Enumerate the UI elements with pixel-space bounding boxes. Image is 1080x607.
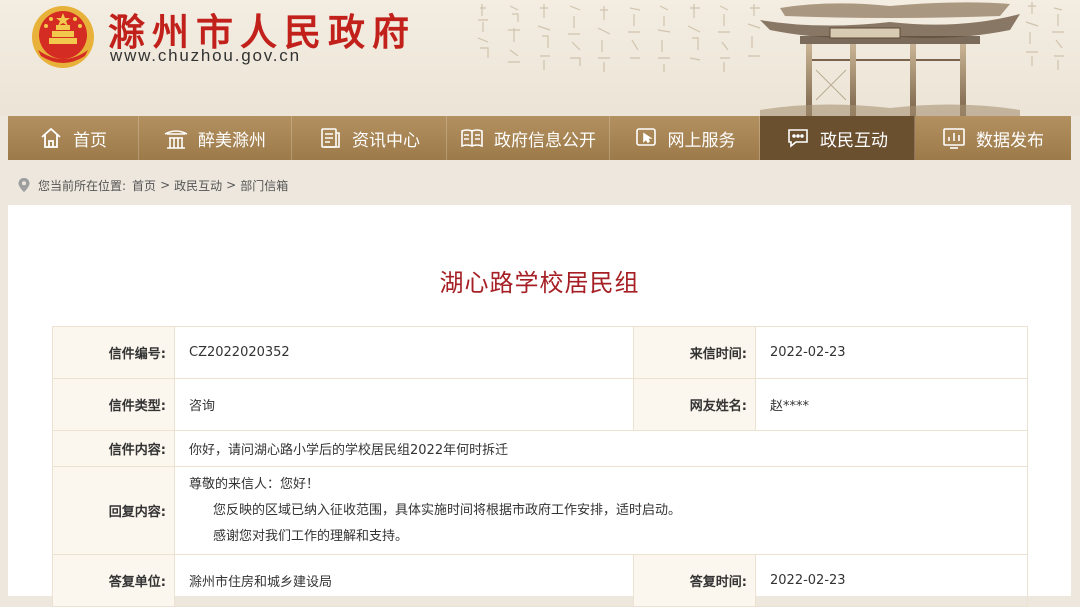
reply-time-label: 答复时间: — [633, 554, 756, 607]
received-time-label: 来信时间: — [633, 326, 756, 379]
breadcrumb-prefix: 您当前所在位置: — [38, 178, 127, 193]
pavilion-illustration — [760, 2, 1020, 116]
main-nav: 首页 醉美滁州 资讯中心 政府信息公开 网上服务 政民互动 数据发布 — [8, 116, 1071, 160]
nav-item-scenic[interactable]: 醉美滁州 — [139, 116, 292, 160]
table-row: 信件编号: CZ2022020352 来信时间: 2022-02-23 — [52, 326, 1028, 379]
pavilion-icon — [164, 126, 188, 150]
breadcrumb-interaction[interactable]: 政民互动 — [174, 177, 222, 194]
location-pin-icon — [18, 178, 30, 192]
nav-label: 政民互动 — [820, 130, 888, 151]
breadcrumb: 您当前所在位置: 首页 > 政民互动 > 部门信箱 — [18, 176, 288, 194]
nav-item-gov-info[interactable]: 政府信息公开 — [447, 116, 610, 160]
table-row: 答复单位: 滁州市住房和城乡建设局 答复时间: 2022-02-23 — [52, 554, 1028, 607]
nav-label: 政府信息公开 — [494, 130, 596, 151]
reply-content-label: 回复内容: — [52, 466, 175, 555]
site-url: www.chuzhou.gov.cn — [110, 46, 301, 65]
bar-chart-icon — [942, 126, 966, 150]
nav-item-online-service[interactable]: 网上服务 — [610, 116, 760, 160]
nav-label: 醉美滁州 — [198, 130, 266, 151]
nav-label: 资讯中心 — [352, 130, 420, 151]
calligraphy-right — [1025, 2, 1064, 70]
reply-body: 您反映的区域已纳入征收范围，具体实施时间将根据市政府工作安排，适时启动。 — [213, 502, 682, 518]
nav-label: 网上服务 — [667, 130, 736, 151]
letter-type-label: 信件类型: — [52, 378, 175, 431]
nav-item-data-release[interactable]: 数据发布 — [915, 116, 1071, 160]
table-row: 回复内容: 尊敬的来信人：您好！ 您反映的区域已纳入征收范围，具体实施时间将根据… — [52, 466, 1028, 555]
letter-panel: 湖心路学校居民组 信件编号: CZ2022020352 来信时间: 2022-0… — [8, 205, 1071, 607]
breadcrumb-home[interactable]: 首页 — [132, 177, 156, 194]
chat-icon — [786, 126, 810, 150]
book-icon — [460, 126, 484, 150]
breadcrumb-separator: > — [226, 178, 237, 192]
page-title: 湖心路学校居民组 — [439, 269, 640, 297]
cursor-icon — [634, 126, 658, 150]
news-icon — [318, 126, 342, 150]
table-row: 信件内容: 你好，请问湖心路小学后的学校居民组2022年何时拆迁 — [52, 430, 1028, 467]
nav-item-news[interactable]: 资讯中心 — [292, 116, 447, 160]
sender-name-value: 赵**** — [755, 378, 1028, 431]
national-emblem-icon — [32, 6, 94, 68]
reply-greeting: 尊敬的来信人：您好！ — [189, 476, 320, 492]
reply-closing: 感谢您对我们工作的理解和支持。 — [213, 528, 409, 544]
letter-content-value: 你好，请问湖心路小学后的学校居民组2022年何时拆迁 — [174, 430, 1028, 467]
reply-unit-value: 滁州市住房和城乡建设局 — [174, 554, 634, 607]
reply-content-value: 尊敬的来信人：您好！ 您反映的区域已纳入征收范围，具体实施时间将根据市政府工作安… — [174, 466, 1028, 555]
nav-item-interaction[interactable]: 政民互动 — [760, 116, 915, 160]
sender-name-label: 网友姓名: — [633, 378, 756, 431]
reply-time-value: 2022-02-23 — [755, 554, 1028, 607]
home-icon — [39, 126, 63, 150]
letter-number-value: CZ2022020352 — [174, 326, 634, 379]
nav-label: 数据发布 — [976, 130, 1044, 151]
reply-unit-label: 答复单位: — [52, 554, 175, 607]
breadcrumb-dept-mailbox[interactable]: 部门信箱 — [240, 177, 288, 194]
table-row: 信件类型: 咨询 网友姓名: 赵**** — [52, 378, 1028, 431]
site-header: 滁州市人民政府 www.chuzhou.gov.cn — [0, 0, 1080, 116]
letter-type-value: 咨询 — [174, 378, 634, 431]
received-time-value: 2022-02-23 — [755, 326, 1028, 379]
letter-table: 信件编号: CZ2022020352 来信时间: 2022-02-23 信件类型… — [52, 326, 1028, 607]
letter-number-label: 信件编号: — [52, 326, 175, 379]
nav-item-home[interactable]: 首页 — [8, 116, 139, 160]
breadcrumb-separator: > — [160, 178, 171, 192]
calligraphy-background — [477, 4, 761, 72]
letter-content-label: 信件内容: — [52, 430, 175, 467]
nav-label: 首页 — [73, 130, 107, 151]
